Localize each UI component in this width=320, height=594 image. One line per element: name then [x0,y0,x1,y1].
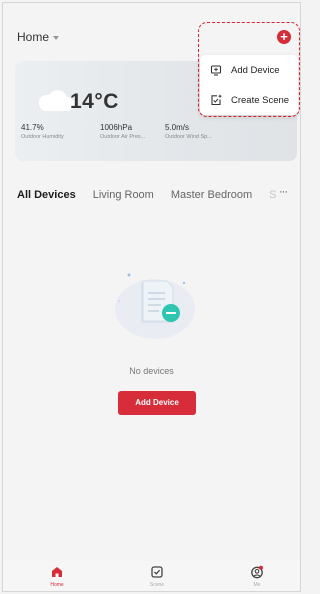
menu-item-add-device-label: Add Device [231,64,280,76]
tab-all-devices[interactable]: All Devices [17,189,76,201]
me-icon [251,565,263,579]
nav-me-label: Me [253,582,261,588]
home-icon [52,567,62,577]
nav-scene-label: Scene [149,582,165,588]
menu-item-create-scene[interactable]: Create Scene [210,94,289,106]
scene-icon [151,566,163,578]
tab-living-room[interactable]: Living Room [93,189,154,201]
add-dropdown-menu: Add Device Create Scene [200,55,298,115]
add-button[interactable]: + [277,30,291,44]
add-device-button[interactable]: Add Device [118,391,196,415]
tab-master-bedroom[interactable]: Master Bedroom [171,189,252,201]
cloud-icon [38,90,74,111]
nav-home-label: Home [50,582,64,588]
nav-scene[interactable]: Scene [137,565,177,588]
wind-metric: 5.0m/s Outdoor Wind Sp... [165,123,212,140]
menu-item-create-scene-label: Create Scene [231,94,290,106]
bottom-nav: Home Scene Me [3,561,300,591]
nav-home[interactable]: Home [37,565,77,588]
pressure-metric: 1006hPa Outdoor Air Pres... [100,123,145,140]
humidity-metric: 41.7% Outdoor Humidity [21,123,64,140]
wind-label: Outdoor Wind Sp... [165,134,212,140]
wind-value: 5.0m/s [165,123,190,132]
humidity-label: Outdoor Humidity [21,134,64,140]
nav-me[interactable]: Me [237,565,277,588]
menu-item-add-device[interactable]: Add Device [210,64,280,76]
pressure-value: 1006hPa [100,123,133,132]
create-scene-icon [211,94,222,106]
chevron-down-icon [53,35,60,40]
more-tabs-button[interactable]: ··· [279,186,288,198]
add-device-icon [210,65,222,76]
humidity-value: 41.7% [21,123,44,132]
empty-state-message: No devices [129,366,174,376]
room-tabs: All Devices Living Room Master Bedroom S [17,187,297,203]
pressure-label: Outdoor Air Pres... [100,134,146,140]
home-selector[interactable]: Home [17,30,60,44]
home-selector-label: Home [17,30,50,44]
empty-devices-illustration [115,273,195,339]
temperature-value: 14°C [70,90,119,113]
app-screen: Home + 14°C 41.7% Outdoor Humidity 1006h… [2,2,301,592]
plus-icon: + [280,29,288,44]
